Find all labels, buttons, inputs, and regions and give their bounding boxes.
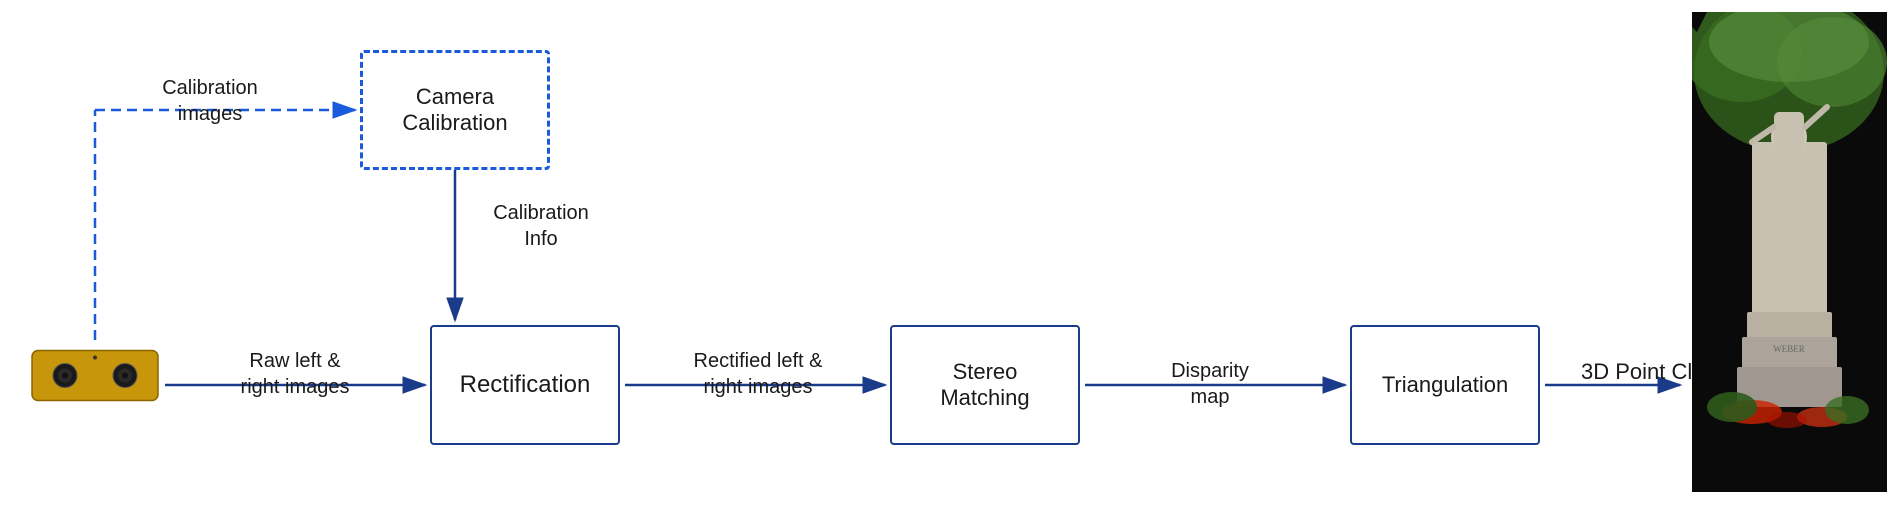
calibration-info-label: CalibrationInfo — [466, 200, 616, 252]
camera-calibration-label: CameraCalibration — [402, 84, 507, 136]
rectified-images-label: Rectified left &right images — [638, 348, 878, 400]
rectification-box: Rectification — [430, 325, 620, 445]
diagram-container: CameraCalibration Rectification StereoMa… — [0, 0, 1895, 507]
camera-icon — [30, 340, 160, 410]
stereo-matching-box: StereoMatching — [890, 325, 1080, 445]
disparity-map-label: Disparitymap — [1100, 358, 1320, 410]
stereo-matching-label: StereoMatching — [940, 359, 1029, 411]
camera-calibration-box: CameraCalibration — [360, 50, 550, 170]
rectification-label: Rectification — [460, 371, 591, 399]
calibration-images-label: Calibrationimages — [110, 75, 310, 127]
svg-text:WEBER: WEBER — [1773, 344, 1805, 354]
triangulation-box: Triangulation — [1350, 325, 1540, 445]
stereo-camera — [30, 340, 160, 410]
statue-image-svg: WEBER — [1692, 12, 1887, 492]
triangulation-label: Triangulation — [1382, 372, 1508, 398]
raw-images-label: Raw left &right images — [185, 348, 405, 400]
point-cloud-image: WEBER — [1692, 12, 1887, 492]
